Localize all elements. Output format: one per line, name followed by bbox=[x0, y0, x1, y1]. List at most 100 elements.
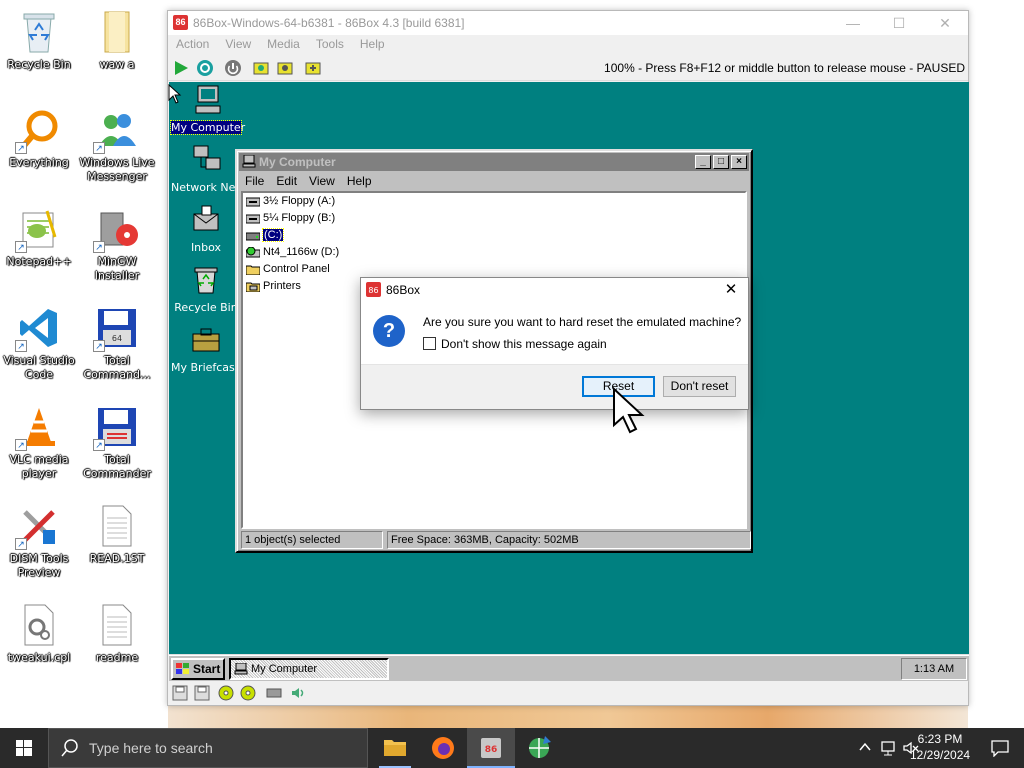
menu-action[interactable]: Action bbox=[168, 35, 217, 53]
desktop-icon-visual-studio-code[interactable]: ↗ Visual Studio Code bbox=[0, 304, 78, 382]
taskbar-app-firefox[interactable] bbox=[419, 728, 467, 768]
vm-icon-recycle-bin[interactable]: Recycle Bin bbox=[171, 264, 241, 314]
taskbar-app-network-tool[interactable] bbox=[515, 728, 563, 768]
floppy-drive-icon bbox=[246, 214, 260, 224]
start-button[interactable]: Start bbox=[171, 658, 225, 680]
list-item[interactable]: Control Panel bbox=[243, 261, 745, 278]
recycle-bin-icon bbox=[15, 8, 63, 56]
desktop-icon-total-commander[interactable]: ↗ Total Commander bbox=[78, 403, 156, 481]
ctrl-alt-del-icon[interactable] bbox=[252, 59, 270, 77]
emulator-titlebar[interactable]: 86 86Box-Windows-64-b6381 - 86Box 4.3 [b… bbox=[168, 11, 968, 35]
explorer-menubar: File Edit View Help bbox=[239, 173, 749, 191]
list-item[interactable]: (C:) bbox=[243, 227, 745, 244]
close-icon[interactable]: ✕ bbox=[922, 11, 968, 35]
dont-show-again-checkbox[interactable]: Don't show this message again bbox=[423, 337, 607, 351]
close-icon[interactable]: ✕ bbox=[720, 279, 742, 301]
desktop-icon-label: Visual Studio Code bbox=[3, 354, 75, 381]
desktop-icon-mingw-installer[interactable]: ↗ MinGW Installer bbox=[78, 205, 156, 283]
power-icon[interactable] bbox=[224, 59, 242, 77]
my-computer-titlebar[interactable]: My Computer _ □ × bbox=[239, 153, 749, 171]
menu-file[interactable]: File bbox=[239, 173, 270, 189]
desktop-icon-readme[interactable]: readme bbox=[78, 601, 156, 665]
everything-search-icon: ↗ bbox=[15, 106, 63, 154]
vm-icon-my-briefcase[interactable]: My Briefcase bbox=[171, 324, 242, 374]
86box-app-icon: 86 bbox=[366, 282, 381, 297]
emulator-statusbar bbox=[168, 681, 968, 705]
windows-start-icon[interactable] bbox=[0, 728, 48, 768]
play-icon[interactable] bbox=[172, 59, 190, 77]
vm-icon-label: My Briefcase bbox=[171, 361, 242, 374]
ctrl-alt-esc-icon[interactable] bbox=[276, 59, 294, 77]
menu-view[interactable]: View bbox=[303, 173, 341, 189]
desktop-icon-read-1st[interactable]: READ.1ST bbox=[78, 502, 156, 566]
cd-drive-icon bbox=[246, 247, 260, 258]
desktop-icon-total-commander-64[interactable]: 64 ↗ Total Command... bbox=[78, 304, 156, 382]
list-item[interactable]: 5¼ Floppy (B:) bbox=[243, 210, 745, 227]
floppy-a-icon[interactable] bbox=[172, 685, 188, 701]
minimize-icon[interactable]: _ bbox=[695, 155, 711, 169]
settings-icon[interactable] bbox=[304, 59, 322, 77]
menu-tools[interactable]: Tools bbox=[308, 35, 352, 53]
clock-time: 6:23 PM bbox=[917, 732, 963, 746]
dialog-titlebar[interactable]: 86 86Box ✕ bbox=[361, 278, 748, 302]
desktop-icon-windows-live-messenger[interactable]: ↗ Windows Live Messenger bbox=[78, 106, 156, 184]
cdrom-icon[interactable] bbox=[218, 685, 234, 701]
chevron-up-icon[interactable] bbox=[858, 740, 872, 754]
desktop-icon-recycle-bin[interactable]: Recycle Bin bbox=[0, 8, 78, 72]
minimize-icon[interactable]: — bbox=[830, 11, 876, 35]
file-explorer-icon bbox=[384, 740, 406, 756]
list-item[interactable]: 3½ Floppy (A:) bbox=[243, 193, 745, 210]
tools-icon: ↗ bbox=[15, 502, 63, 550]
status-free-space: Free Space: 363MB, Capacity: 502MB bbox=[387, 531, 751, 549]
desktop-icon-folder-waw-a[interactable]: waw a bbox=[78, 8, 156, 72]
desktop-icon-vlc-media-player[interactable]: ↗ VLC media player bbox=[0, 403, 78, 481]
vm-icon-inbox[interactable]: Inbox bbox=[171, 204, 241, 254]
svg-text:86: 86 bbox=[485, 745, 498, 755]
list-item[interactable]: Nt4_1166w (D:) bbox=[243, 244, 745, 261]
notifications-icon[interactable] bbox=[990, 739, 1010, 757]
text-file-icon bbox=[93, 601, 141, 649]
vm-icon-network-neighborhood[interactable]: Network Neighborhood bbox=[171, 144, 298, 194]
menu-edit[interactable]: Edit bbox=[270, 173, 303, 189]
clock-date: 12/29/2024 bbox=[910, 748, 971, 762]
taskbar-button-my-computer[interactable]: My Computer bbox=[229, 658, 389, 680]
reset-icon[interactable] bbox=[196, 59, 214, 77]
desktop-icon-notepad-plus-plus[interactable]: ↗ Notepad++ bbox=[0, 205, 78, 269]
network-icon[interactable] bbox=[880, 739, 898, 757]
dialog-title: 86Box bbox=[386, 283, 421, 297]
windows-logo-icon bbox=[176, 663, 189, 674]
menu-media[interactable]: Media bbox=[259, 35, 308, 53]
menu-help[interactable]: Help bbox=[352, 35, 393, 53]
maximize-icon[interactable]: □ bbox=[713, 155, 729, 169]
inbox-icon bbox=[193, 205, 219, 231]
maximize-icon[interactable]: ☐ bbox=[876, 11, 922, 35]
vm-icon-label: Recycle Bin bbox=[174, 301, 238, 314]
taskbar-clock[interactable]: 6:23 PM 12/29/2024 bbox=[910, 731, 970, 763]
checkbox-label: Don't show this message again bbox=[441, 337, 607, 351]
cdrom-icon[interactable] bbox=[240, 685, 256, 701]
hard-disk-icon[interactable] bbox=[266, 685, 282, 701]
86box-app-icon: 86 bbox=[481, 738, 501, 758]
desktop-icon-label: readme bbox=[95, 651, 139, 664]
sound-icon[interactable] bbox=[290, 685, 306, 701]
question-icon: ? bbox=[373, 315, 405, 347]
dont-reset-button[interactable]: Don't reset bbox=[663, 376, 736, 397]
control-panel-file-icon bbox=[15, 601, 63, 649]
vm-clock: 1:13 AM bbox=[901, 658, 967, 680]
vm-icon-label: Network Neighborhood bbox=[171, 181, 298, 194]
menu-help[interactable]: Help bbox=[341, 173, 378, 189]
floppy-b-icon[interactable] bbox=[194, 685, 210, 701]
menu-view[interactable]: View bbox=[217, 35, 259, 53]
search-placeholder: Type here to search bbox=[89, 740, 213, 756]
taskbar-search-box[interactable]: Type here to search bbox=[48, 728, 368, 768]
desktop-icon-tweakui[interactable]: tweakui.cpl bbox=[0, 601, 78, 665]
list-item-label: 5¼ Floppy (B:) bbox=[263, 212, 336, 224]
close-icon[interactable]: × bbox=[731, 155, 747, 169]
checkbox-box[interactable] bbox=[423, 337, 436, 350]
desktop-icon-dism-tools[interactable]: ↗ DISM Tools Preview bbox=[0, 502, 78, 580]
floppy-disk-icon: 64 ↗ bbox=[93, 304, 141, 352]
desktop-icon-everything[interactable]: ↗ Everything bbox=[0, 106, 78, 170]
taskbar-app-file-explorer[interactable] bbox=[371, 728, 419, 768]
taskbar-app-86box[interactable]: 86 bbox=[467, 728, 515, 768]
svg-text:86: 86 bbox=[368, 286, 378, 295]
